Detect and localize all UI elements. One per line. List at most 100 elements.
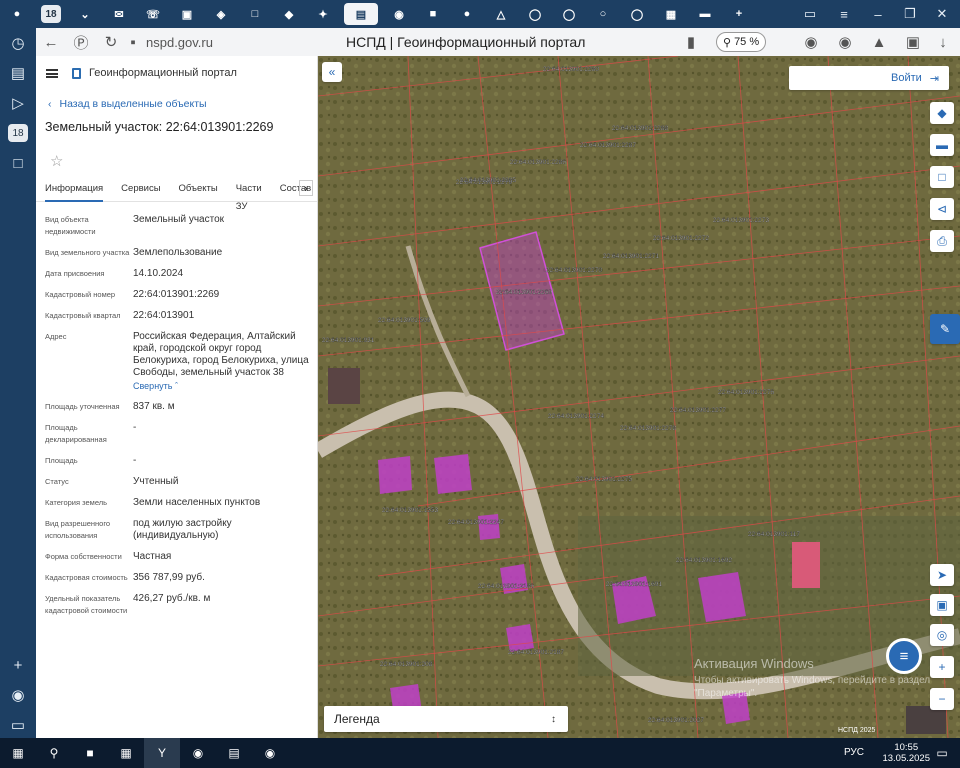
tab-site-icon[interactable]: ■ — [420, 3, 446, 25]
support-chat-button[interactable]: ≡ — [886, 638, 922, 674]
tab-site-icon[interactable]: △ — [488, 3, 514, 25]
parcel-highlight[interactable] — [378, 456, 412, 494]
tab-info[interactable]: Информация — [45, 180, 104, 202]
tabs-dropdown-icon[interactable]: ⌄ — [72, 3, 98, 25]
history-icon[interactable]: ◷ — [0, 28, 36, 58]
basemap-icon[interactable]: ▣ — [930, 594, 954, 616]
windows-start-icon[interactable]: ▦ — [0, 738, 36, 768]
profile-icon[interactable]: ● — [4, 3, 30, 25]
counter-app-icon[interactable]: 18 — [0, 118, 36, 148]
tab-flag-icon[interactable]: ▬ — [692, 3, 718, 25]
clock[interactable]: 10:55 13.05.2025 — [882, 742, 930, 764]
alice-icon[interactable]: ◉ — [0, 680, 36, 710]
file-explorer-icon[interactable]: ■ — [72, 738, 108, 768]
parcel-label: 22:64:013901:2271 — [603, 253, 659, 260]
yandex-browser-icon[interactable]: Y — [144, 738, 180, 768]
new-tab-plus-icon[interactable]: + — [726, 3, 752, 25]
back-arrow-icon[interactable]: ← — [36, 28, 66, 56]
tab-site-icon[interactable]: ✦ — [310, 3, 336, 25]
tab-parts[interactable]: Части ЗУ — [236, 180, 262, 212]
tab-pdf-icon[interactable]: ▣ — [174, 3, 200, 25]
extension-icon[interactable]: ◉ — [796, 28, 826, 56]
locate-me-icon[interactable]: ➤ — [930, 564, 954, 586]
url-text[interactable]: nspd.gov.ru — [146, 35, 213, 50]
property-row: Площадь декларированная - — [45, 422, 137, 444]
feedback-chat-icon[interactable]: ✎ — [930, 314, 960, 344]
zoom-indicator[interactable]: ⚲ 75 % — [716, 32, 767, 52]
parcel-highlight[interactable] — [434, 454, 472, 494]
minimize-icon[interactable]: – — [862, 0, 894, 28]
login-button[interactable]: Войти ⇥ — [789, 66, 949, 90]
parcel-label: 22:64:013901:2027 — [648, 717, 704, 724]
add-icon[interactable]: + — [0, 650, 36, 680]
favorite-star-icon[interactable]: ☆ — [50, 152, 317, 170]
app-icon[interactable]: ◉ — [180, 738, 216, 768]
select-area-icon[interactable]: □ — [930, 166, 954, 188]
tab-whatsapp-icon[interactable]: ☏ — [140, 3, 166, 25]
sidebar-toggle-icon[interactable]: ▭ — [0, 710, 36, 740]
tabs-scroll-right-icon[interactable]: › — [299, 180, 313, 196]
extension-icon[interactable]: ▲ — [864, 28, 894, 56]
tab-counter-button[interactable]: 18 — [38, 3, 64, 25]
extension-icon[interactable]: ▣ — [898, 28, 928, 56]
layers-icon[interactable]: ◆ — [930, 102, 954, 124]
parcel-label: 22:64:013901:2269 — [496, 289, 552, 296]
collections-icon[interactable]: ▤ — [0, 58, 36, 88]
tab-site-icon[interactable]: ● — [454, 3, 480, 25]
property-row: Форма собственности Частная — [45, 551, 172, 562]
parcel-label: 22:64:013901:2276 — [718, 389, 774, 396]
language-indicator[interactable]: РУС — [844, 747, 864, 758]
collapse-address-link[interactable]: Свернуть ˆ — [133, 380, 313, 392]
tab-mail-icon[interactable]: ✉ — [106, 3, 132, 25]
back-to-selected-link[interactable]: ‹ Назад в выделенные объекты — [48, 98, 317, 110]
menu-icon[interactable]: ≡ — [828, 0, 860, 28]
menu-burger-icon[interactable] — [46, 68, 58, 78]
roof-building — [792, 542, 820, 588]
tab-site-icon[interactable]: ◉ — [386, 3, 412, 25]
ruler-icon[interactable]: ▬ — [930, 134, 954, 156]
search-icon[interactable]: ⚲ — [36, 738, 72, 768]
tab-site-icon[interactable]: ◈ — [208, 3, 234, 25]
cadastral-map[interactable]: 22:64:013901:2269 22:64:013901:2270 22:64:… — [318, 56, 960, 738]
yandex-logo-icon[interactable]: Ⓟ — [66, 28, 96, 56]
download-icon[interactable]: ↓ — [928, 28, 958, 56]
calculator-icon[interactable]: ▦ — [108, 738, 144, 768]
windows-taskbar: ▦ ⚲ ■ ▦ Y ◉ ▤ ◉ РУС 10:55 13.05.2025 ▭ — [0, 738, 960, 768]
geolocation-icon[interactable]: ◎ — [930, 624, 954, 646]
restore-icon[interactable]: ❐ — [894, 0, 926, 28]
extension-icon[interactable]: ◉ — [830, 28, 860, 56]
share-icon[interactable]: ⊲ — [930, 198, 954, 220]
messenger-icon[interactable]: □ — [0, 148, 36, 178]
property-row: Удельный показатель кадастровой стоимост… — [45, 593, 211, 615]
tab-yandex-icon[interactable]: ◯ — [522, 3, 548, 25]
map-canvas[interactable]: 22:64:013901:226922:64:013901:227022:64:… — [318, 56, 960, 738]
app-icon[interactable]: ▤ — [216, 738, 252, 768]
parcel-highlight[interactable] — [478, 514, 500, 540]
bookmarks-icon[interactable]: ▭ — [794, 0, 826, 28]
collapse-panel-button[interactable]: « — [322, 62, 342, 82]
play-icon[interactable]: ▷ — [0, 88, 36, 118]
tab-objects[interactable]: Объекты — [179, 180, 218, 202]
notifications-icon[interactable]: ▭ — [924, 738, 960, 768]
tab-site-icon[interactable]: ▦ — [658, 3, 684, 25]
parcel-highlight[interactable] — [698, 572, 746, 622]
reload-icon[interactable]: ↻ — [96, 28, 126, 56]
tab-site-icon[interactable]: □ — [242, 3, 268, 25]
tab-yandex-icon[interactable]: ◯ — [556, 3, 582, 25]
legend-dropdown[interactable]: Легенда ↕ — [324, 706, 568, 732]
edge-icon[interactable]: ◉ — [252, 738, 288, 768]
tab-nspd-active[interactable]: ▤ — [344, 3, 378, 25]
tab-site-icon[interactable]: ○ — [590, 3, 616, 25]
tab-services[interactable]: Сервисы — [121, 180, 160, 202]
close-icon[interactable]: ✕ — [926, 0, 958, 28]
parcel-label: 22:64:013901:2286 — [510, 159, 566, 166]
parcel-label: 22:64:013901:2287 — [580, 142, 636, 149]
property-row: Площадь уточненная 837 кв. м — [45, 401, 175, 412]
bookmark-icon[interactable]: ▮ — [676, 28, 706, 56]
parcel-highlight[interactable] — [506, 624, 534, 652]
tab-site-icon[interactable]: ◆ — [276, 3, 302, 25]
print-icon[interactable]: ⎙ — [930, 230, 954, 252]
tab-yandex-icon[interactable]: ◯ — [624, 3, 650, 25]
chevron-left-icon: ‹ — [48, 98, 52, 110]
parcel-label: 22:64:013901:117 — [748, 531, 800, 538]
